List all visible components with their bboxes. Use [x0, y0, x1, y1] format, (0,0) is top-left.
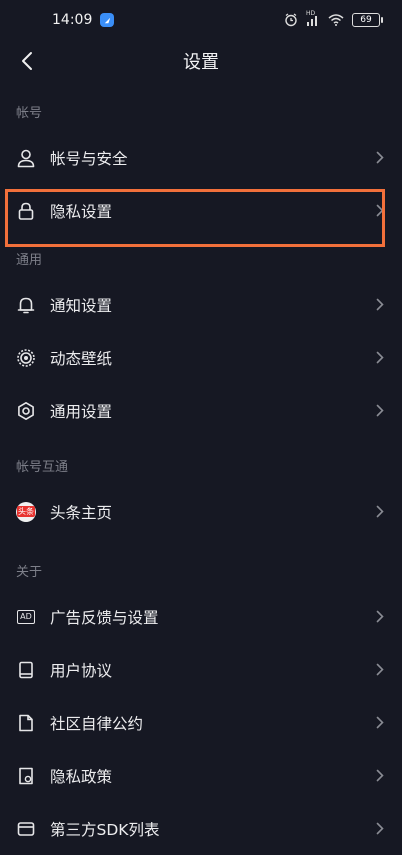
- bell-icon: [16, 295, 36, 315]
- row-community-guidelines[interactable]: 社区自律公约: [0, 696, 402, 749]
- row-account-security[interactable]: 帐号与安全: [0, 131, 402, 184]
- toutiao-logo-icon: 头条: [16, 501, 36, 522]
- chevron-left-icon: [22, 52, 32, 70]
- chevron-right-icon: [374, 662, 386, 678]
- person-icon: [16, 148, 36, 168]
- toutiao-logo-text: 头条: [17, 506, 35, 517]
- app-notification-icon: [100, 13, 115, 27]
- signal-icon: HD: [306, 10, 320, 26]
- chevron-right-icon: [374, 150, 386, 166]
- status-time: 14:09: [52, 12, 93, 28]
- ad-icon-text: AD: [17, 609, 35, 624]
- section-label-general: 通用: [16, 253, 43, 268]
- chevron-right-icon: [374, 609, 386, 625]
- status-bar: 14:09 HD 69: [0, 0, 402, 40]
- chevron-right-icon: [374, 768, 386, 784]
- row-label: 通用设置: [50, 402, 113, 421]
- highlight-box: [5, 189, 385, 247]
- row-label: 广告反馈与设置: [50, 608, 159, 627]
- row-ad-feedback[interactable]: AD 广告反馈与设置: [0, 590, 402, 643]
- battery-icon: 69: [352, 13, 383, 27]
- page-title: 设置: [183, 52, 219, 73]
- hd-label: HD: [306, 10, 316, 17]
- section-label-interop: 帐号互通: [16, 460, 69, 475]
- row-label: 动态壁纸: [50, 349, 113, 368]
- row-label: 头条主页: [50, 503, 113, 522]
- row-label: 帐号与安全: [50, 149, 128, 168]
- alarm-icon: [284, 13, 298, 27]
- row-live-wallpaper[interactable]: 动态壁纸: [0, 331, 402, 384]
- chevron-right-icon: [374, 297, 386, 313]
- chevron-right-icon: [374, 821, 386, 837]
- row-notification-settings[interactable]: 通知设置: [0, 278, 402, 331]
- row-label: 通知设置: [50, 296, 113, 315]
- section-label-about: 关于: [16, 565, 43, 580]
- shield-document-icon: [16, 766, 36, 786]
- card-icon: [16, 819, 36, 839]
- row-label: 用户协议: [50, 661, 113, 680]
- status-left: 14:09: [52, 12, 115, 28]
- header: 设置: [0, 40, 402, 82]
- battery-level: 69: [360, 15, 372, 25]
- row-user-agreement[interactable]: 用户协议: [0, 643, 402, 696]
- row-privacy-policy[interactable]: 隐私政策: [0, 749, 402, 802]
- row-label: 社区自律公约: [50, 714, 144, 733]
- wifi-icon: [328, 14, 344, 26]
- chevron-right-icon: [374, 504, 386, 520]
- status-right: HD 69: [284, 10, 383, 27]
- book-icon: [16, 660, 36, 680]
- row-label: 隐私政策: [50, 767, 113, 786]
- row-toutiao-homepage[interactable]: 头条 头条主页: [0, 485, 402, 538]
- wallpaper-icon: [16, 348, 36, 368]
- row-third-party-sdk[interactable]: 第三方SDK列表: [0, 802, 402, 855]
- chevron-right-icon: [374, 403, 386, 419]
- section-label-account: 帐号: [16, 106, 43, 121]
- document-icon: [16, 713, 36, 733]
- row-general-settings[interactable]: 通用设置: [0, 384, 402, 437]
- back-button[interactable]: [12, 45, 42, 77]
- row-label: 第三方SDK列表: [50, 820, 160, 839]
- chevron-right-icon: [374, 350, 386, 366]
- gear-icon: [16, 401, 36, 421]
- ad-icon: AD: [16, 607, 36, 627]
- chevron-right-icon: [374, 715, 386, 731]
